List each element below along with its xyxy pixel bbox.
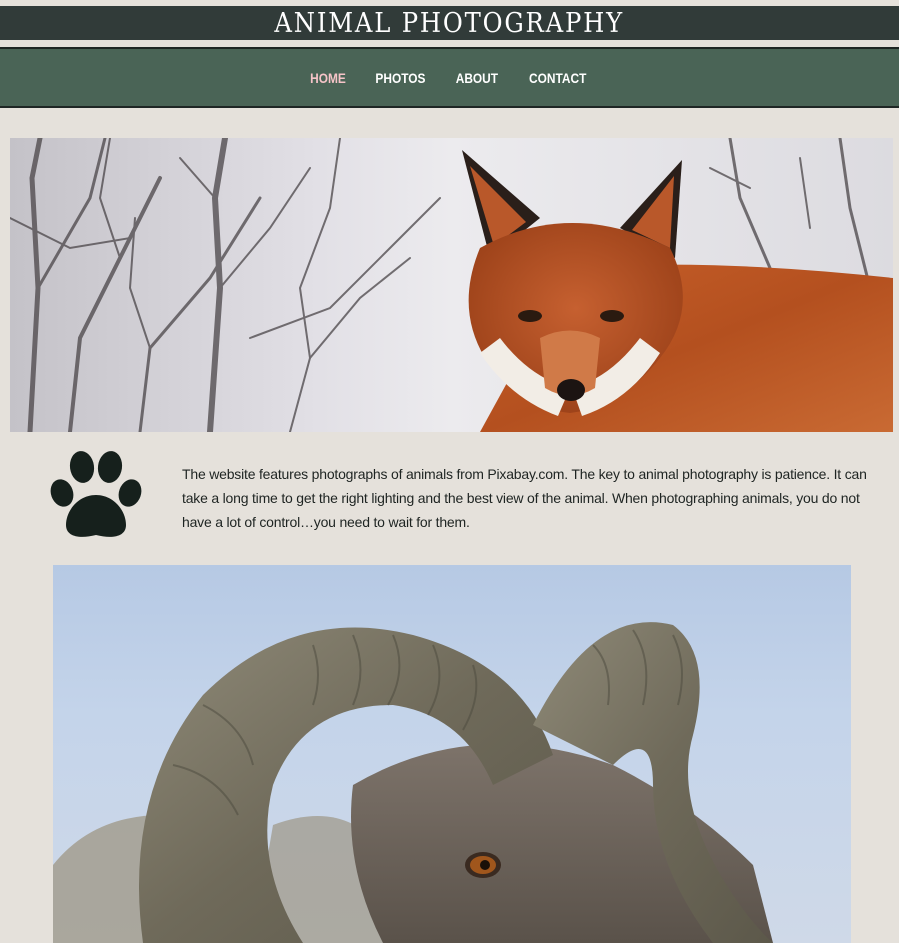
nav-home-link[interactable]: HOME [311,70,347,86]
ram-photo [53,565,851,943]
fox-photo-illustration [10,138,893,432]
nav-about-link[interactable]: ABOUT [456,70,498,86]
nav-contact-link[interactable]: CONTACT [529,70,586,86]
main-nav: HOME PHOTOS ABOUT CONTACT [0,47,899,108]
site-title: ANIMAL PHOTOGRAPHY [274,7,625,39]
intro-paragraph: The website features photographs of anim… [182,466,867,530]
fox-hero-image [10,138,893,432]
nav-photos-link[interactable]: PHOTOS [376,70,426,86]
ram-photo-illustration [53,622,773,943]
intro-section: The website features photographs of anim… [0,445,899,545]
paw-print-icon [50,451,142,537]
title-bar: ANIMAL PHOTOGRAPHY [0,6,899,40]
